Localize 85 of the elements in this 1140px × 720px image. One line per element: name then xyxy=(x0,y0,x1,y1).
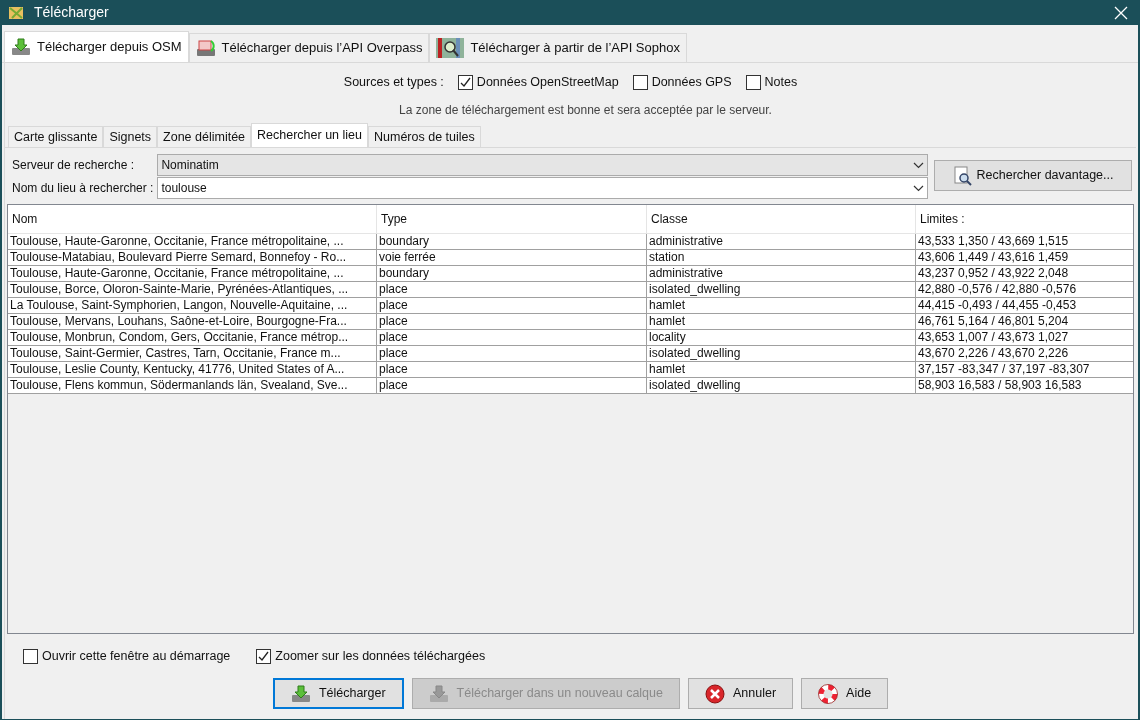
table-cell: Toulouse, Haute-Garonne, Occitanie, France métropolitaine, ... xyxy=(8,234,377,249)
table-cell: 37,157 -83,347 / 37,197 -83,307 xyxy=(916,362,1133,377)
table-cell: place xyxy=(377,362,647,377)
table-cell: place xyxy=(377,314,647,329)
table-cell: 42,880 -0,576 / 42,880 -0,576 xyxy=(916,282,1133,297)
checkbox-label: Notes xyxy=(764,73,798,91)
table-cell: 43,533 1,350 / 43,669 1,515 xyxy=(916,234,1133,249)
table-cell: Toulouse, Leslie County, Kentucky, 41776, United States of A... xyxy=(8,362,377,377)
search-more-button[interactable]: Rechercher davantage... xyxy=(934,160,1132,191)
checkbox-label: Données OpenStreetMap xyxy=(476,73,619,91)
download-icon xyxy=(290,684,311,703)
tab[interactable]: Télécharger à partir de l’API Sophox xyxy=(429,33,687,62)
table-cell: 44,415 -0,493 / 44,455 -0,453 xyxy=(916,298,1133,313)
table-cell: Toulouse, Flens kommun, Södermanlands län, Svealand, Sve... xyxy=(8,378,377,393)
table-cell: isolated_dwelling xyxy=(647,282,916,297)
sources-label: Sources et types : xyxy=(343,73,444,91)
table-cell: place xyxy=(377,282,647,297)
tab[interactable]: Signets xyxy=(103,126,158,147)
checkbox[interactable] xyxy=(256,648,272,664)
tab[interactable]: Numéros de tuiles xyxy=(368,126,481,147)
table-cell: hamlet xyxy=(647,298,916,313)
table-cell: 43,606 1,449 / 43,616 1,459 xyxy=(916,250,1133,265)
download-icon xyxy=(11,38,31,56)
table-cell: 43,237 0,952 / 43,922 2,048 xyxy=(916,266,1133,281)
dialog-button[interactable]: Aide xyxy=(801,678,889,709)
dialog-button[interactable]: Annuler xyxy=(688,678,794,709)
server-dropdown[interactable]: Nominatim xyxy=(157,154,929,176)
tab[interactable]: Rechercher un lieu xyxy=(251,123,368,147)
table-cell: La Toulouse, Saint-Symphorien, Langon, Nouvelle-Aquitaine, ... xyxy=(8,298,377,313)
table-cell: hamlet xyxy=(647,314,916,329)
column-header[interactable]: Nom xyxy=(8,205,377,233)
column-header[interactable]: Classe xyxy=(647,205,916,233)
table-cell: locality xyxy=(647,330,916,345)
close-icon[interactable] xyxy=(1114,5,1128,20)
checkbox[interactable] xyxy=(745,74,761,90)
table-cell: boundary xyxy=(377,266,647,281)
table-cell: 43,670 2,226 / 43,670 2,226 xyxy=(916,346,1133,361)
dialog-button[interactable]: Télécharger xyxy=(272,678,404,709)
window-title: Télécharger xyxy=(34,3,109,22)
table-cell: place xyxy=(377,330,647,345)
lifebuoy-icon xyxy=(818,683,839,704)
table-cell: isolated_dwelling xyxy=(647,346,916,361)
search-icon xyxy=(952,165,973,186)
table-cell: Toulouse, Saint-Germier, Castres, Tarn, Occitanie, France m... xyxy=(8,346,377,361)
table-cell: 58,903 16,583 / 58,903 16,583 xyxy=(916,378,1133,393)
table-cell: Toulouse-Matabiau, Boulevard Pierre Semard, Bonnefoy - Ro... xyxy=(8,250,377,265)
checkbox-label: Données GPS xyxy=(651,73,732,91)
table-cell: place xyxy=(377,346,647,361)
table-cell: hamlet xyxy=(647,362,916,377)
status-message: La zone de téléchargement est bonne et sera acceptée par le serveur. xyxy=(399,102,772,119)
tab[interactable]: Télécharger depuis OSM xyxy=(4,31,189,62)
table-cell: Toulouse, Borce, Oloron-Sainte-Marie, Pyrénées-Atlantiques, ... xyxy=(8,282,377,297)
checkbox[interactable] xyxy=(23,648,38,664)
tab[interactable]: Zone délimitée xyxy=(157,126,252,147)
check-icon xyxy=(459,76,471,88)
checkbox-label: Zoomer sur les données téléchargées xyxy=(275,647,486,665)
checkbox[interactable] xyxy=(632,74,648,90)
table-cell: Toulouse, Monbrun, Condom, Gers, Occitanie, France métrop... xyxy=(8,330,377,345)
table-cell: voie ferrée xyxy=(377,250,647,265)
table-cell: place xyxy=(377,378,647,393)
field-label: Nom du lieu à rechercher : xyxy=(11,180,154,197)
map-icon xyxy=(436,38,465,58)
table-cell: administrative xyxy=(647,266,916,281)
checkbox[interactable] xyxy=(457,74,473,90)
column-header[interactable]: Limites : xyxy=(916,205,1133,233)
tab[interactable]: Carte glissante xyxy=(8,126,104,147)
column-header[interactable]: Type xyxy=(377,205,647,233)
table-cell: boundary xyxy=(377,234,647,249)
place-combobox[interactable]: toulouse xyxy=(157,177,929,199)
table-cell: 43,653 1,007 / 43,673 1,027 xyxy=(916,330,1133,345)
table-cell: isolated_dwelling xyxy=(647,378,916,393)
download-icon xyxy=(428,684,449,703)
check-icon xyxy=(258,650,270,662)
tab[interactable]: Télécharger depuis l’API Overpass xyxy=(188,33,430,62)
table-cell: 46,761 5,164 / 46,801 5,204 xyxy=(916,314,1133,329)
table-cell: station xyxy=(647,250,916,265)
field-label: Serveur de recherche : xyxy=(11,157,136,174)
checkbox-label: Ouvrir cette fenêtre au démarrage xyxy=(42,647,231,665)
table-cell: place xyxy=(377,298,647,313)
table-cell: administrative xyxy=(647,234,916,249)
table-cell: Toulouse, Haute-Garonne, Occitanie, France métropolitaine, ... xyxy=(8,266,377,281)
cancel-icon xyxy=(705,683,725,704)
download-icon xyxy=(195,39,216,57)
app-icon xyxy=(8,4,24,21)
table-cell: Toulouse, Mervans, Louhans, Saône-et-Loire, Bourgogne-Fra... xyxy=(8,314,377,329)
